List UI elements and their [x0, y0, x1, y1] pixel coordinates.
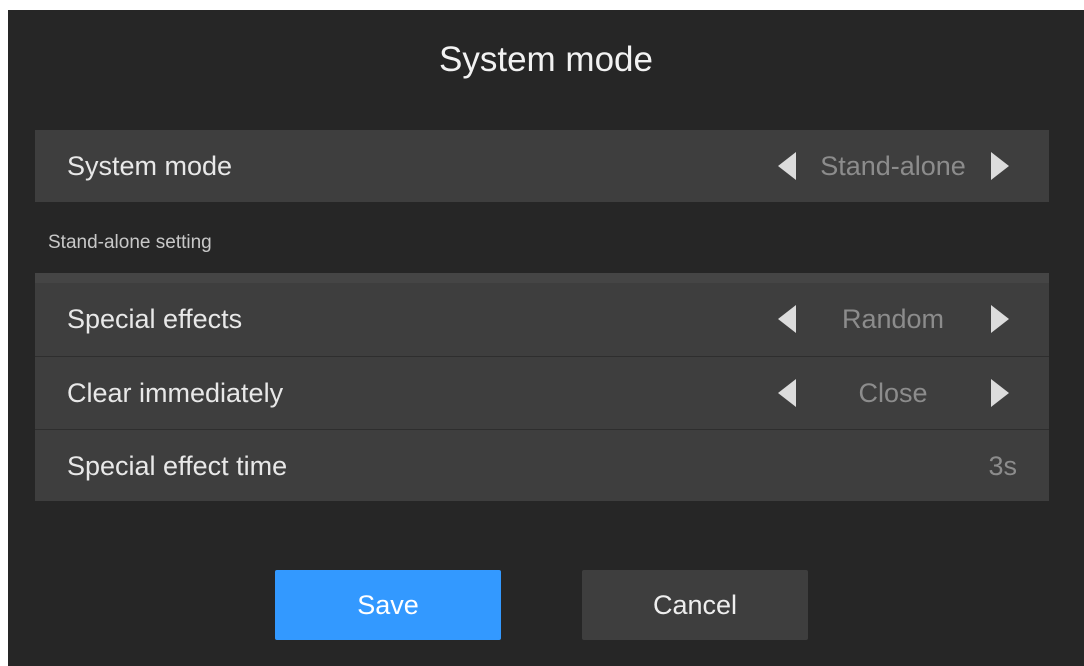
system-mode-row[interactable]: System mode Stand-alone [35, 130, 1049, 202]
special-effect-time-value: 3s [988, 451, 1017, 481]
special-effects-next-arrow-icon[interactable] [991, 305, 1009, 333]
clear-immediately-value: Close [858, 378, 928, 408]
system-mode-prev-arrow-icon[interactable] [778, 152, 796, 180]
special-effects-label: Special effects [67, 304, 243, 334]
dialog-title: System mode [439, 40, 653, 79]
special-effect-time-row[interactable]: Special effect time 3s [35, 430, 1049, 501]
special-effects-value: Random [841, 304, 945, 334]
cancel-button[interactable]: Cancel [582, 570, 808, 640]
standalone-settings-group: Special effects Random Clear immediately… [35, 273, 1049, 501]
special-effect-time-label: Special effect time [67, 451, 288, 481]
special-effects-row[interactable]: Special effects Random [35, 283, 1049, 355]
clear-immediately-row[interactable]: Clear immediately Close [35, 357, 1049, 429]
special-effects-prev-arrow-icon[interactable] [778, 305, 796, 333]
clear-immediately-next-arrow-icon[interactable] [991, 379, 1009, 407]
clear-immediately-label: Clear immediately [67, 378, 284, 408]
clear-immediately-prev-arrow-icon[interactable] [778, 379, 796, 407]
standalone-setting-caption: Stand-alone setting [48, 232, 212, 253]
system-mode-value: Stand-alone [820, 151, 966, 181]
save-button[interactable]: Save [275, 570, 501, 640]
system-mode-next-arrow-icon[interactable] [991, 152, 1009, 180]
system-mode-dialog: System mode System mode Stand-alone Stan… [8, 10, 1084, 666]
system-mode-label: System mode [67, 151, 233, 181]
